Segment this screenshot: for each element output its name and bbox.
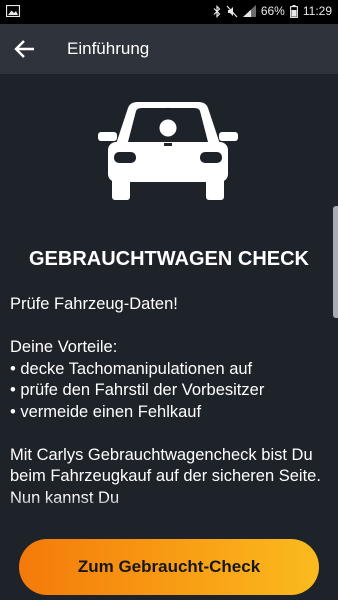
advantages-title: Deine Vorteile: <box>10 338 118 356</box>
clock: 11:29 <box>302 4 332 18</box>
bluetooth-icon <box>213 4 221 18</box>
used-car-check-button[interactable]: Zum Gebraucht-Check <box>19 539 319 595</box>
advantage-item: • prüfe den Fahrstil der Vorbesitzer <box>10 381 265 399</box>
page-title: Einführung <box>67 39 150 58</box>
advantage-item: • decke Tachomanipulationen auf <box>10 359 253 378</box>
tagline: Prüfe Fahrzeug-Daten! <box>10 295 178 313</box>
signal-icon <box>242 5 256 17</box>
app-bar: Einführung <box>0 24 338 74</box>
back-button[interactable] <box>12 37 38 61</box>
battery-percent: 66% <box>260 4 285 18</box>
scroll-fade <box>0 496 338 520</box>
arrow-left-icon <box>14 40 34 58</box>
mute-icon <box>226 5 238 17</box>
section-heading: GEBRAUCHTWAGEN CHECK <box>29 248 309 270</box>
hero-section <box>0 74 338 224</box>
advantage-item: • vermeide einen Fehlkauf <box>10 402 202 421</box>
status-bar: 66% 11:29 <box>0 0 338 24</box>
intro-text: Prüfe Fahrzeug-Daten! Deine Vorteile: • … <box>10 294 332 508</box>
battery-icon <box>289 4 298 18</box>
image-icon <box>5 4 21 20</box>
car-with-lightbulb-icon <box>98 102 238 200</box>
